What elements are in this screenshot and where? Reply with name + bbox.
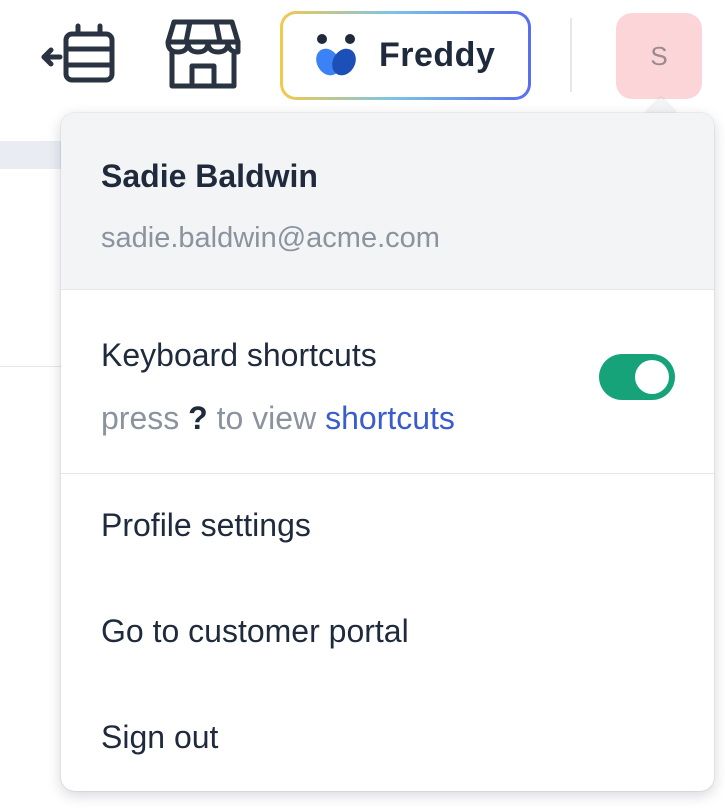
keyboard-shortcuts-row: Keyboard shortcuts press ? to view short… xyxy=(61,290,714,474)
customer-portal-item[interactable]: Go to customer portal xyxy=(61,581,714,685)
hint-key: ? xyxy=(188,400,208,436)
freddy-ai-button[interactable]: Freddy xyxy=(280,11,531,100)
user-name: Sadie Baldwin xyxy=(101,158,318,194)
sign-out-item[interactable]: Sign out xyxy=(61,687,714,791)
keyboard-shortcuts-title: Keyboard shortcuts xyxy=(101,337,377,373)
user-info-header: Sadie Baldwin sadie.baldwin@acme.com xyxy=(61,113,714,290)
top-toolbar: Freddy S xyxy=(0,0,725,112)
timeline-icon[interactable] xyxy=(40,22,120,88)
user-email: sadie.baldwin@acme.com xyxy=(101,222,440,254)
shortcuts-link[interactable]: shortcuts xyxy=(325,400,455,436)
user-avatar[interactable]: S xyxy=(616,13,702,99)
toolbar-divider xyxy=(570,18,572,92)
freddy-logo-icon xyxy=(311,31,361,81)
store-icon[interactable] xyxy=(164,18,242,90)
background-page-divider xyxy=(0,366,62,367)
keyboard-shortcuts-hint: press ? to view shortcuts xyxy=(101,400,455,437)
hint-prefix: press xyxy=(101,400,180,436)
profile-settings-label: Profile settings xyxy=(101,507,311,543)
freddy-label: Freddy xyxy=(379,36,496,74)
hint-middle: to view xyxy=(216,400,317,436)
keyboard-shortcuts-toggle[interactable] xyxy=(599,354,675,400)
sign-out-label: Sign out xyxy=(101,719,219,755)
toggle-knob xyxy=(635,360,669,394)
background-page-band xyxy=(0,141,62,169)
profile-dropdown-menu: Sadie Baldwin sadie.baldwin@acme.com Key… xyxy=(61,113,714,791)
customer-portal-label: Go to customer portal xyxy=(101,613,409,649)
profile-settings-item[interactable]: Profile settings xyxy=(61,475,714,579)
